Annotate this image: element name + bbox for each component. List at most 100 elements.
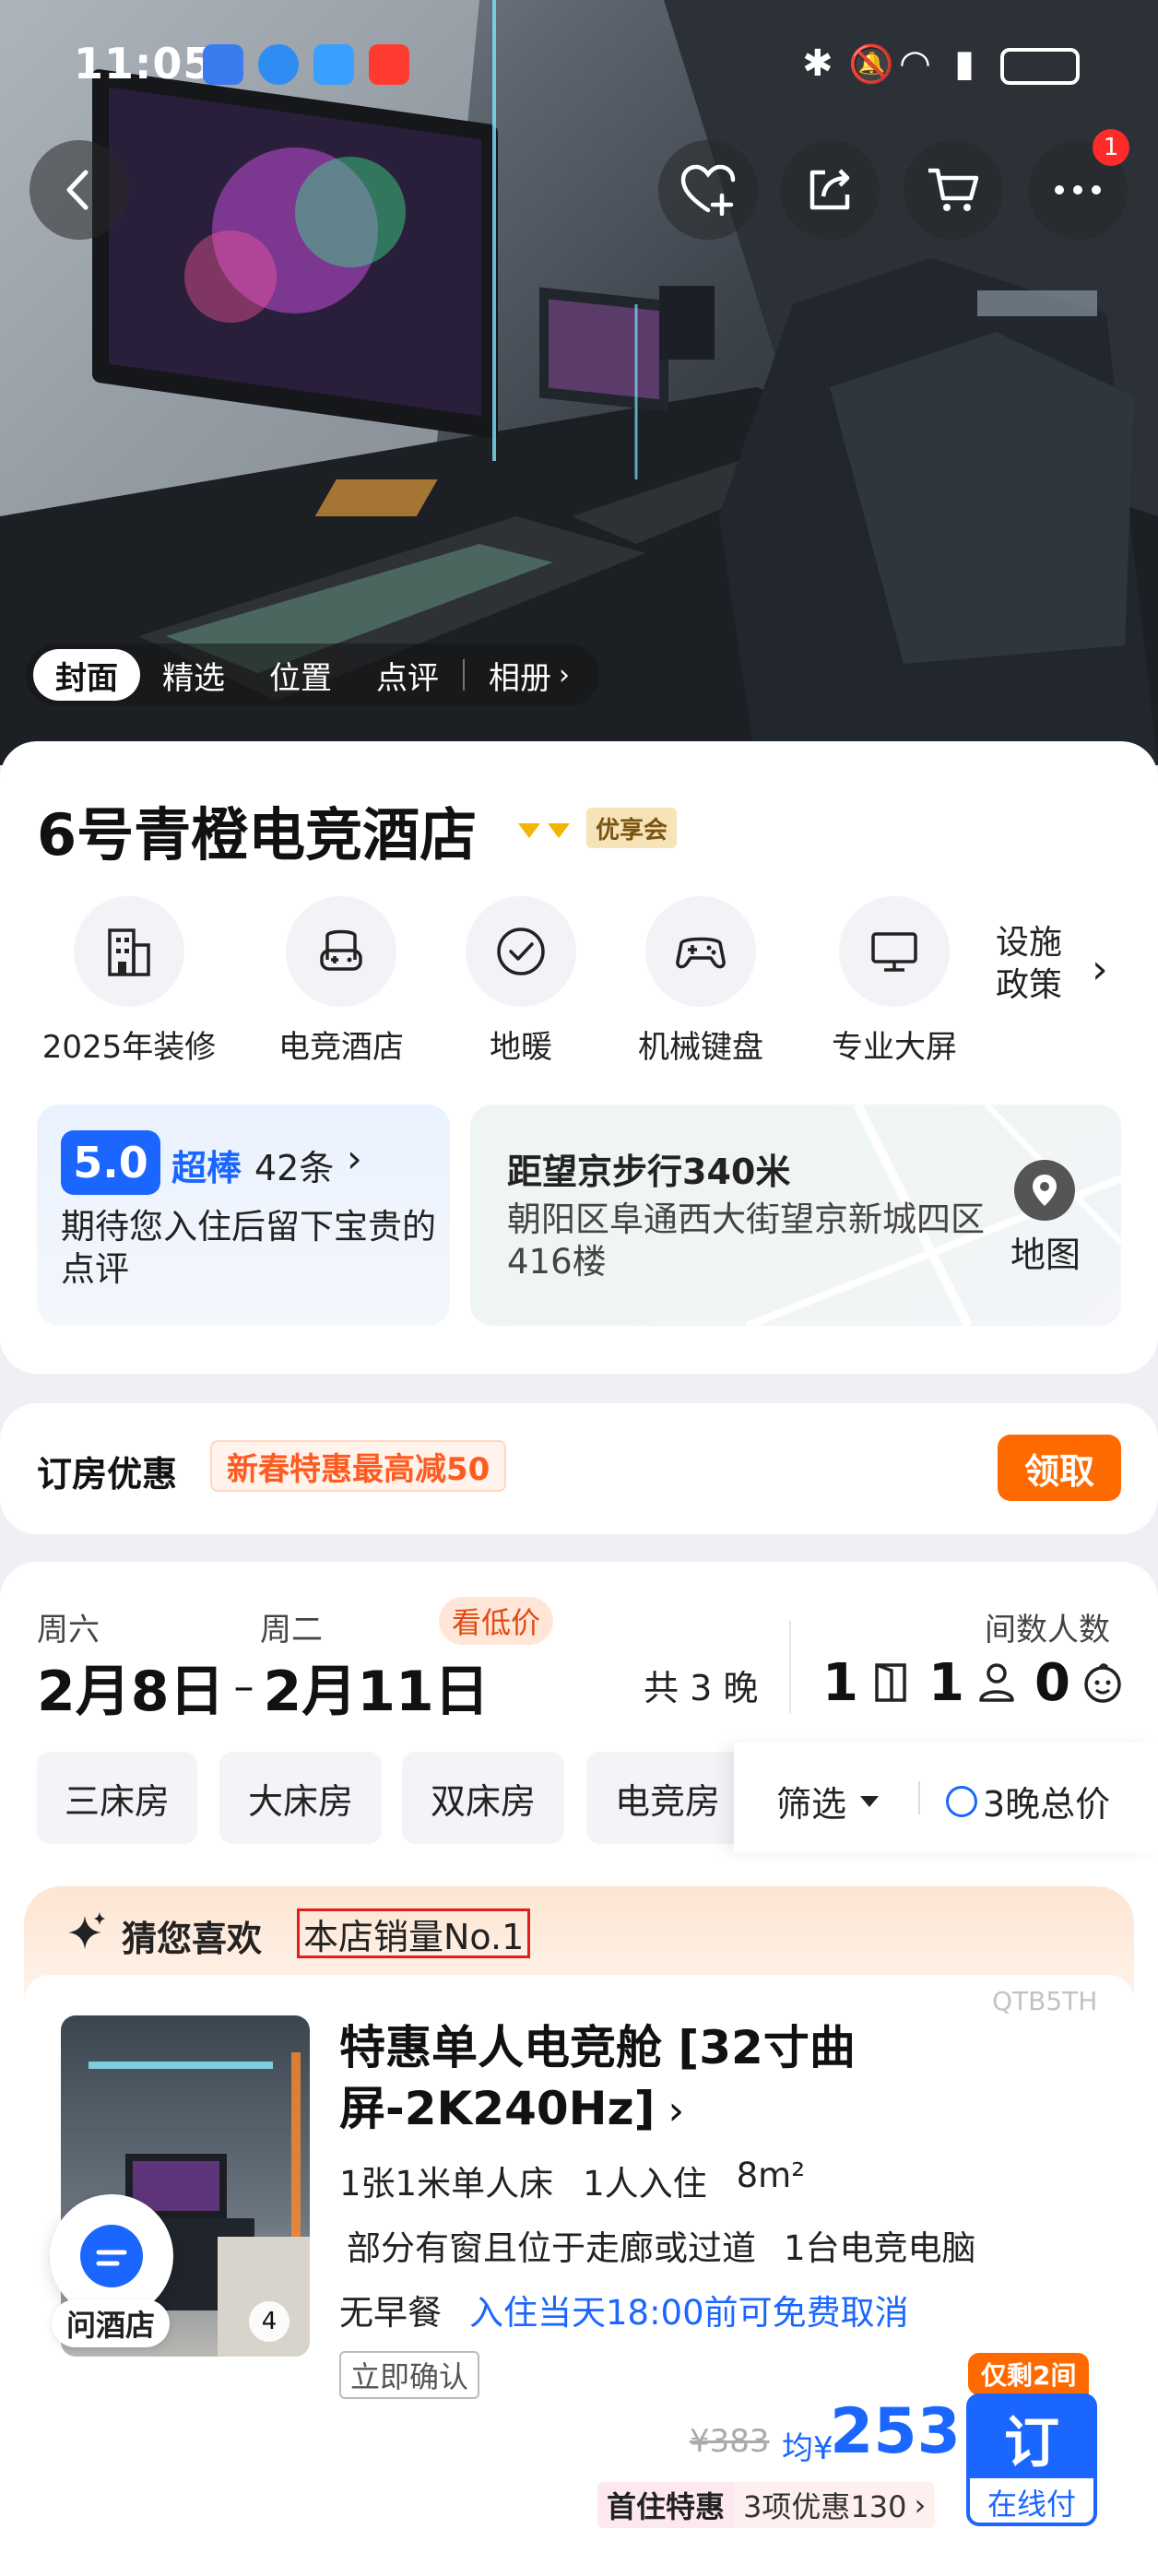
checkout-date: 2月11日 [263,1660,490,1724]
monitor-icon [839,896,950,1007]
first-stay-tag: 首住特惠 [597,2482,735,2528]
cart-icon [928,168,979,211]
tab-divider [463,659,465,691]
divider [918,1781,920,1814]
hero-tabs: 封面 精选 位置 点评 相册 › [26,644,599,706]
room-cancel-policy: 入住当天18:00前可免费取消 [469,2293,909,2333]
rooms-guests-selector[interactable]: 1 1 0 [822,1650,1126,1715]
review-count: 42条 [254,1148,335,1188]
nights-count: 共 3 晚 [644,1668,759,1708]
room-name[interactable]: 特惠单人电竞舱 [32寸曲 屏-2K240Hz] › [339,2017,911,2142]
total-price-label: 3晚总价 [983,1784,1111,1825]
review-level: 超棒 [171,1148,242,1188]
room-breakfast: 无早餐 [339,2293,442,2333]
facility-policy-link[interactable]: 设施 政策 [996,922,1062,1007]
door-icon [875,1663,906,1702]
tab-location[interactable]: 位置 [247,649,354,701]
hotel-name: 6号青橙电竞酒店 [37,801,478,869]
promo-title: 订房优惠 [37,1454,178,1495]
feature-label: 2025年装修 [41,1029,217,1066]
room-name-line2-text: 屏-2K240Hz] [339,2082,656,2135]
feature-esports-hotel[interactable]: 电竞酒店 [249,896,433,1067]
wifi-icon: ◠ [899,42,931,85]
room-name-line1: 特惠单人电竞舱 [32寸曲 [339,2021,856,2074]
chevron-right-icon: › [914,2487,927,2523]
date-range[interactable]: 2月8日 – 2月11日 [37,1647,490,1727]
feature-floor-heating[interactable]: 地暖 [452,896,590,1067]
original-price: ¥383 [690,2423,770,2460]
low-price-tag[interactable]: 看低价 [439,1597,554,1645]
discounts-summary: 3项优惠130 › [734,2482,936,2528]
ask-hotel-label[interactable]: 问酒店 [52,2299,171,2347]
room-bed: 1张1米单人床 [339,2164,554,2204]
tab-cover[interactable]: 封面 [33,649,140,701]
map-pin-icon[interactable] [1014,1160,1075,1221]
map-label[interactable]: 地图 [1010,1226,1081,1277]
tab-album[interactable]: 相册 › [467,649,592,701]
rooms-left-tag: 仅剩2间 [968,2353,1090,2395]
caret-down-icon [860,1795,880,1807]
tab-featured[interactable]: 精选 [140,649,247,701]
favorite-button[interactable] [658,140,758,240]
date-dash: – [233,1663,254,1710]
filter-esports-room[interactable]: 电竞房 [586,1752,749,1844]
location-address: 朝阳区阜通西大街望京新城四区416楼 [507,1199,985,1282]
shop-app-icon [369,44,409,85]
filter-label: 筛选 [776,1784,847,1825]
review-prompt: 期待您入住后留下宝贵的点评 [61,1207,436,1289]
room-code: QTB5TH [992,1986,1098,2016]
chevron-right-icon: › [668,2087,685,2134]
room-window: 部分有窗且位于走廊或过道 [347,2228,756,2268]
feature-label: 机械键盘 [638,1029,763,1066]
filter-twin-bed[interactable]: 双床房 [402,1752,564,1844]
rooms-guests-label: 间数人数 [985,1612,1110,1648]
claim-coupon-button[interactable]: 领取 [998,1435,1121,1501]
sparkle-icon [66,1910,109,1956]
heart-plus-icon [680,164,736,216]
chevron-left-icon [66,170,89,210]
mute-bell-icon: 🔕 [848,43,894,86]
filter-button[interactable]: 筛选 [776,1776,880,1826]
room-occupancy: 1人入住 [583,2164,707,2204]
room-price: 253 [830,2395,961,2468]
feature-label: 专业大屏 [832,1029,957,1066]
cart-count-badge: 1 [1093,129,1129,166]
back-button[interactable] [30,140,129,240]
child-icon [1084,1663,1121,1703]
room-basic-info: 1张1米单人床 1人入住 8m² [339,2156,805,2205]
photo-count: 4 [249,2301,290,2342]
room-extra-info: 部分有窗且位于走廊或过道 1台电竞电脑 [347,2220,976,2270]
chevron-right-icon: › [1092,946,1108,993]
telegram-app-icon [313,44,354,85]
instant-confirm-tag: 立即确认 [339,2351,480,2399]
book-button[interactable]: 订 在线付 [966,2393,1097,2526]
tab-reviews[interactable]: 点评 [354,649,461,701]
review-score: 5.0 [61,1130,160,1195]
browser-app-icon [258,44,299,85]
room-area: 8m² [736,2156,806,2195]
total-price-toggle[interactable]: 3晚总价 [946,1776,1110,1826]
feature-large-screen[interactable]: 专业大屏 [802,896,987,1067]
chevron-right-icon: › [559,658,570,691]
tab-album-label: 相册 [489,659,551,697]
room-count: 1 [822,1652,858,1713]
chevron-right-icon: › [347,1136,362,1181]
feature-label: 地暖 [490,1029,552,1066]
gamepad-icon [645,896,756,1007]
promo-tag: 新春特惠最高减50 [210,1440,507,1492]
room-policy: 无早餐 入住当天18:00前可免费取消 [339,2285,909,2334]
feature-mechanical-keyboard[interactable]: 机械键盘 [609,896,793,1067]
share-button[interactable] [780,140,880,240]
facility-policy-line1: 设施 [996,924,1063,962]
filter-three-bed[interactable]: 三床房 [37,1752,197,1844]
cart-button[interactable] [904,140,1003,240]
bluetooth-icon: ✱ [802,42,833,85]
alert-icon: ▮ [954,42,975,85]
feature-renovation[interactable]: 2025年装修 [37,896,221,1067]
divider [789,1621,791,1713]
discount-bar[interactable]: 首住特惠 3项优惠130 › [597,2482,936,2528]
diamond-level-icon [516,818,575,844]
adult-icon [979,1663,1014,1702]
checkout-weekday: 周二 [260,1612,323,1648]
filter-king-bed[interactable]: 大床房 [219,1752,382,1844]
